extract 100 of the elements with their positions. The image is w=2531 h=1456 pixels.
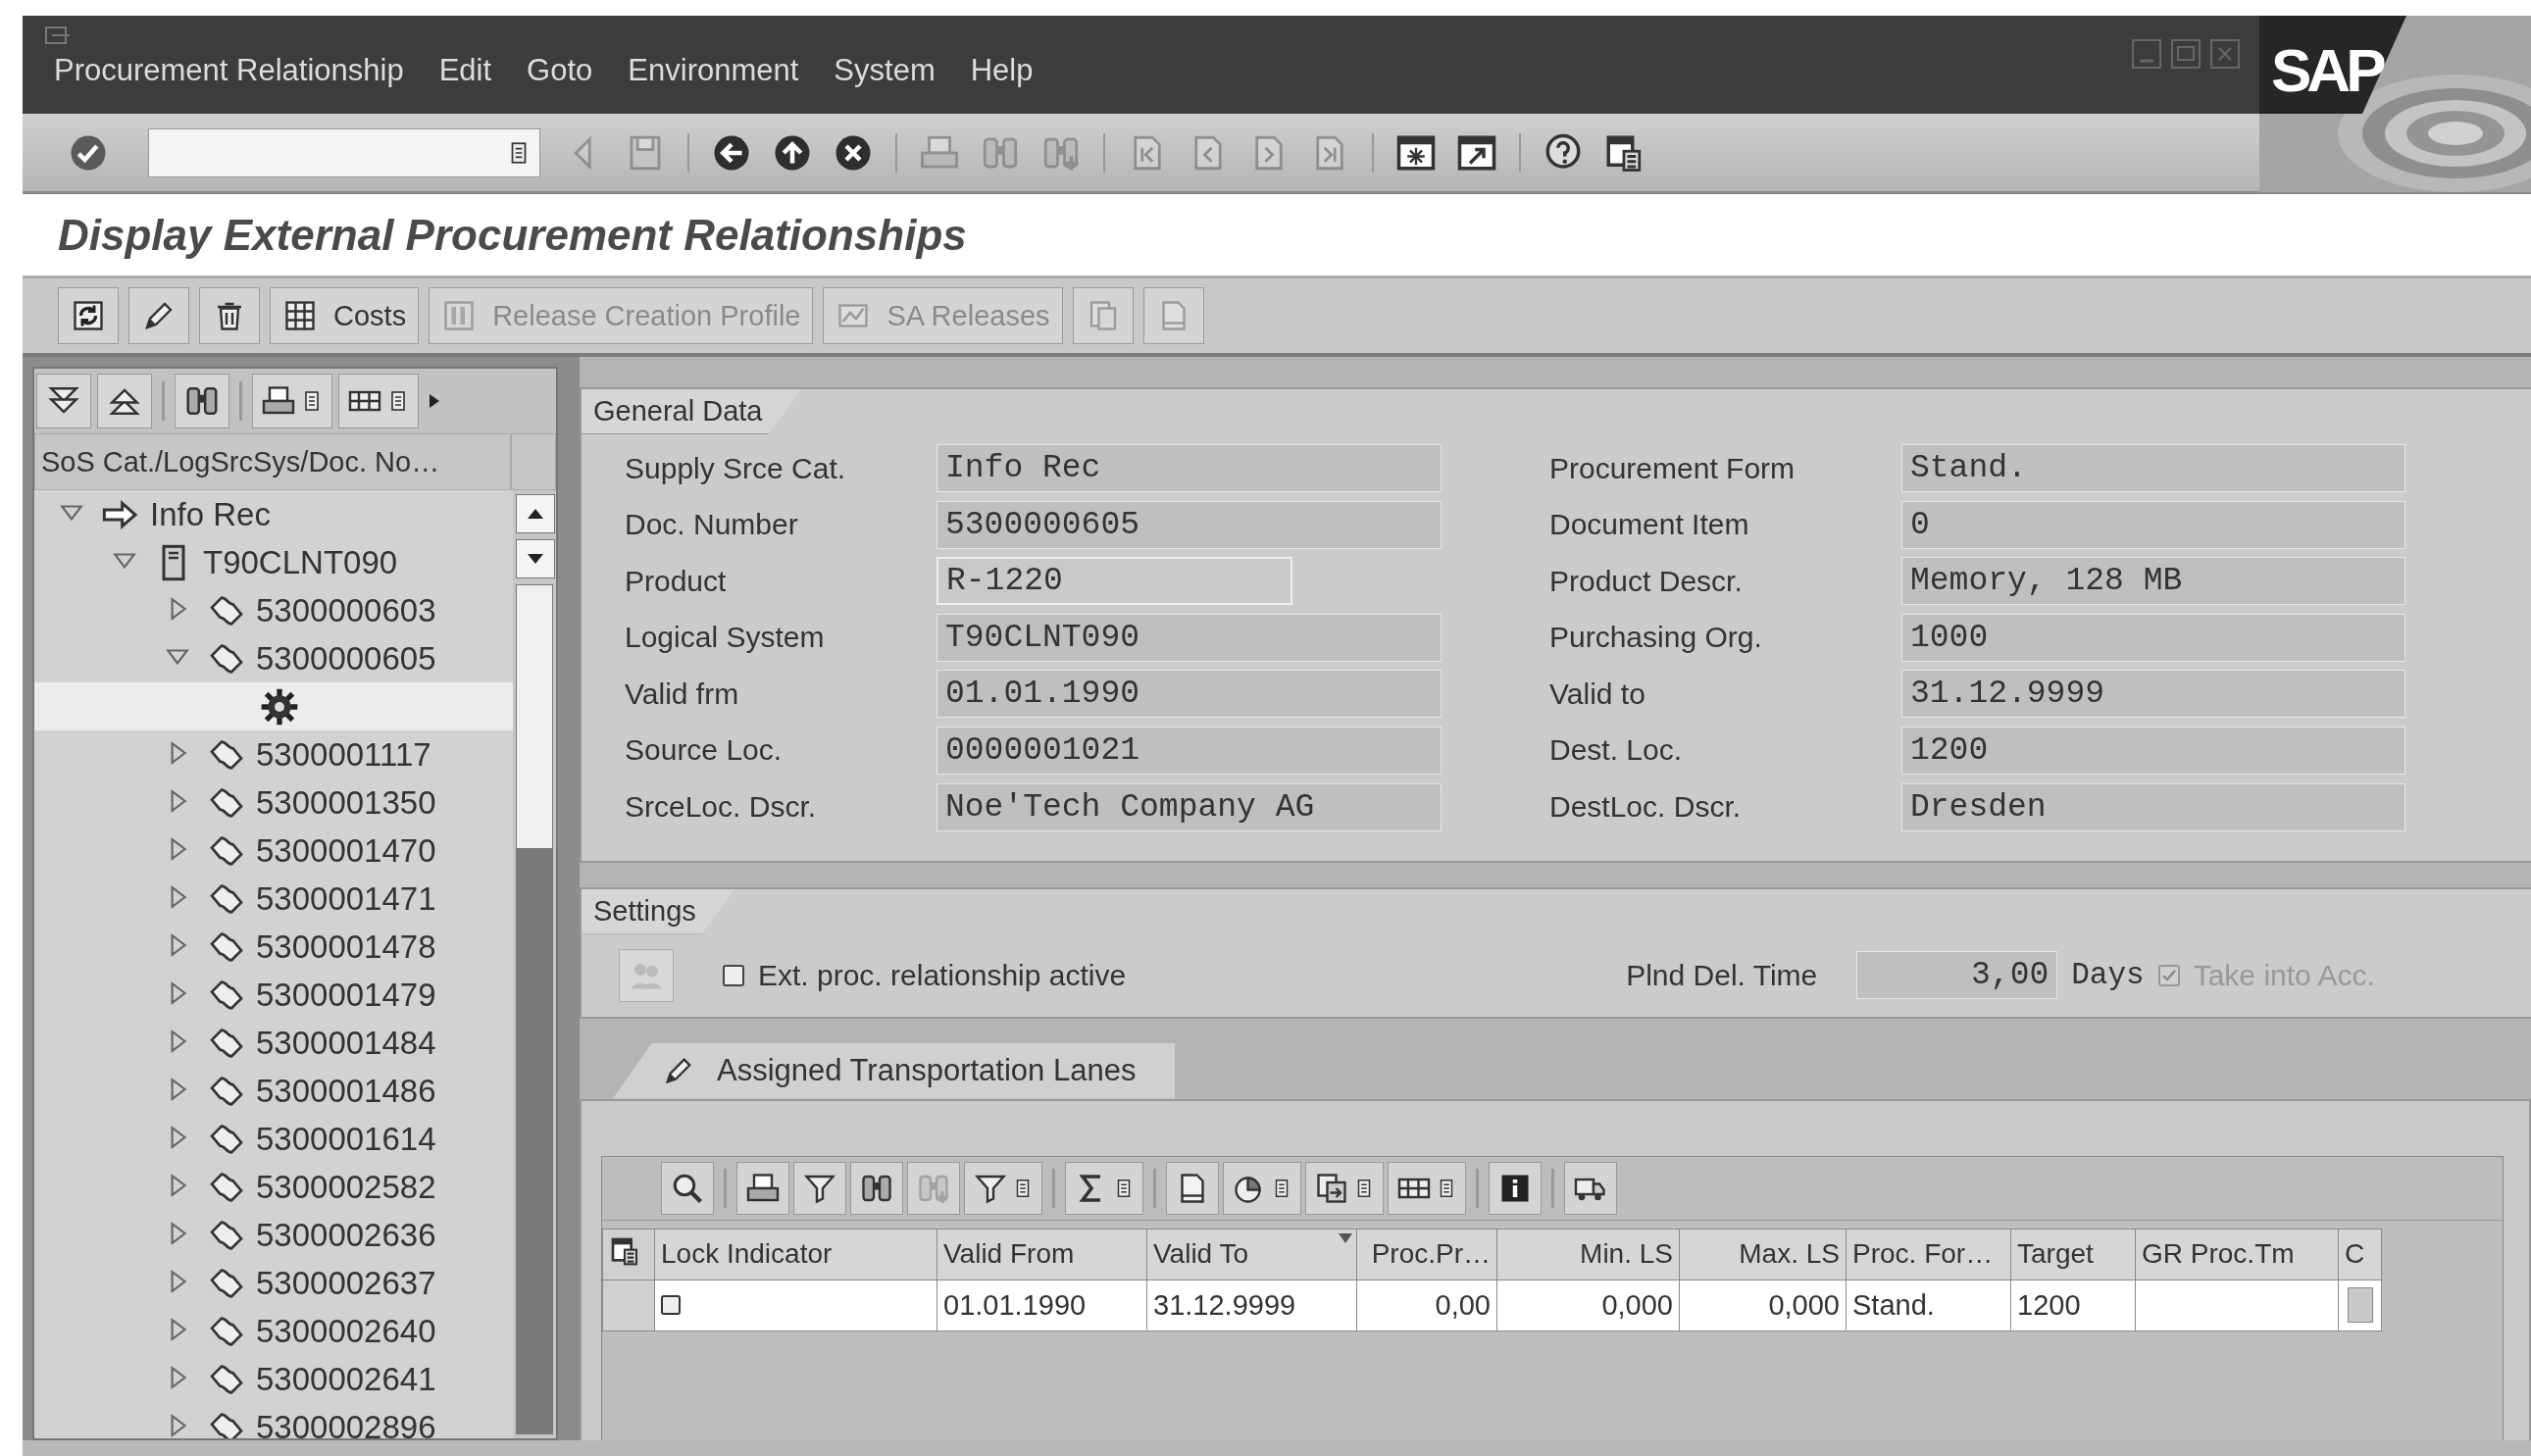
field-label: Valid to <box>1549 677 1646 711</box>
field-value: Noe'Tech Company AG <box>936 782 1442 831</box>
triangle-up-icon <box>527 507 544 521</box>
field-value: Info Rec <box>936 444 1442 492</box>
field-label: SrceLoc. Dscr. <box>625 790 818 825</box>
pie-menu-button[interactable] <box>1223 1161 1301 1215</box>
field-value: 1000 <box>1901 613 2405 662</box>
column-header[interactable]: Valid From <box>936 1229 1147 1280</box>
table-cell: Stand. <box>1846 1280 2011 1331</box>
field-label: Product <box>625 564 728 598</box>
column-header[interactable]: Lock Indicator <box>654 1229 937 1280</box>
command-field[interactable] <box>148 127 540 177</box>
tree-node-label: 5300000605 <box>256 639 436 678</box>
tree-node-label: 5300001486 <box>256 1072 436 1110</box>
tree-node-label: 5300001479 <box>256 976 436 1014</box>
field-label: Doc. Number <box>625 508 799 542</box>
field-label: Supply Srce Cat. <box>625 451 847 485</box>
menu-item[interactable]: Help <box>970 53 1034 88</box>
layout-menu-button[interactable] <box>338 374 419 428</box>
field-label: Document Item <box>1549 508 1750 542</box>
logo-text: SAP <box>2271 35 2382 105</box>
find-button[interactable] <box>175 374 229 428</box>
menu-item[interactable]: Procurement Relationship <box>54 53 404 88</box>
sort-indicator-icon <box>1339 1232 1352 1243</box>
refresh-button[interactable] <box>58 287 119 344</box>
column-header[interactable]: Proc.Pr… <box>1356 1229 1497 1280</box>
checkbox[interactable] <box>723 964 744 986</box>
minimize-icon[interactable] <box>2132 39 2161 69</box>
column-header[interactable]: Min. LS <box>1496 1229 1680 1280</box>
table-cell: 0,000 <box>1496 1280 1680 1331</box>
field-label: Procurement Form <box>1549 451 1797 485</box>
truck-button[interactable] <box>1564 1161 1617 1215</box>
magnifier-button[interactable] <box>661 1161 714 1215</box>
column-header[interactable]: SoS Cat./LogSrcSys/Doc. No… <box>34 433 511 490</box>
pencil-button[interactable] <box>128 287 189 344</box>
grid-menu-button[interactable] <box>1388 1161 1466 1215</box>
scrollbar-thumb[interactable] <box>516 584 553 849</box>
funnel-button[interactable] <box>793 1161 846 1215</box>
field-value: Memory, 128 MB <box>1901 557 2405 606</box>
column-header[interactable]: C <box>2338 1229 2382 1280</box>
field-label: Source Loc. <box>625 733 784 768</box>
tree-node-label: 5300002637 <box>256 1264 436 1302</box>
tree-node-label: 5300002641 <box>256 1360 436 1398</box>
field-value: Stand. <box>1901 444 2405 492</box>
table-cell[interactable] <box>654 1280 937 1331</box>
tree-node-label: Info Rec <box>150 495 271 533</box>
column-header[interactable]: GR Proc.Tm <box>2135 1229 2339 1280</box>
field-value: 01.01.1990 <box>936 670 1442 719</box>
abacus-icon <box>282 298 318 333</box>
field-label: Purchasing Org. <box>1549 621 1763 655</box>
scroll-down-button[interactable] <box>516 539 555 578</box>
field-value: 31.12.9999 <box>1901 670 2405 719</box>
page-button[interactable] <box>1166 1161 1219 1215</box>
field-label: Logical System <box>625 621 826 655</box>
tree-node-label: 5300001614 <box>256 1120 436 1158</box>
tree-row[interactable] <box>34 682 513 730</box>
triangle-down-icon <box>527 552 544 566</box>
expand-button[interactable] <box>36 374 91 428</box>
table-cell: 0,00 <box>1356 1280 1497 1331</box>
trash-button[interactable] <box>199 287 260 344</box>
field-value: 1200 <box>1901 726 2405 775</box>
group-title: Settings <box>582 888 735 934</box>
maximize-icon[interactable] <box>2171 39 2201 69</box>
info-button[interactable] <box>1489 1161 1542 1215</box>
column-header[interactable]: Max. LS <box>1679 1229 1847 1280</box>
print-menu-button[interactable] <box>252 374 332 428</box>
table-cell[interactable] <box>2338 1280 2382 1331</box>
tree-node-label: 5300001117 <box>256 735 431 774</box>
field-label: Product Descr. <box>1549 564 1744 598</box>
field-value: 3,00 <box>1856 951 2058 1000</box>
checkbox-label: Ext. proc. relationship active <box>758 958 1127 992</box>
scrollbar[interactable] <box>513 490 556 1438</box>
checkbox[interactable] <box>661 1295 681 1316</box>
column-header[interactable]: Target <box>2010 1229 2136 1280</box>
export-menu-button[interactable] <box>1305 1161 1384 1215</box>
table-cell: 1200 <box>2010 1280 2136 1331</box>
menu-item[interactable]: Edit <box>438 53 492 88</box>
select-all-button[interactable] <box>602 1229 655 1280</box>
scroll-up-button[interactable] <box>516 494 555 533</box>
close-icon[interactable] <box>2210 39 2240 69</box>
column-header[interactable]: Proc. For… <box>1846 1229 2011 1280</box>
funnel-menu-button[interactable] <box>964 1161 1042 1215</box>
tree-node-label: 5300000603 <box>256 591 436 629</box>
column-header[interactable]: Valid To <box>1146 1229 1357 1280</box>
tree-node-label: 5300001470 <box>256 831 436 870</box>
sigma-menu-button[interactable] <box>1065 1161 1143 1215</box>
tab[interactable]: Assigned Transportation Lanes <box>613 1042 1176 1099</box>
abacus-button[interactable]: Costs <box>270 287 420 344</box>
field-label: Plnd Del. Time <box>1626 958 1818 992</box>
menu-item[interactable]: System <box>834 53 936 88</box>
menu-item[interactable]: Goto <box>527 53 593 88</box>
printer-button[interactable] <box>736 1161 789 1215</box>
gear-icon <box>260 686 299 727</box>
menu-item[interactable]: Environment <box>628 53 799 88</box>
tree-node-label: 5300001471 <box>256 879 436 918</box>
field-value: 0000001021 <box>936 726 1442 775</box>
tree-node-label: 5300002640 <box>256 1312 436 1350</box>
field-value[interactable]: R-1220 <box>936 557 1292 606</box>
collapse-button[interactable] <box>97 374 152 428</box>
binoculars-button[interactable] <box>850 1161 903 1215</box>
